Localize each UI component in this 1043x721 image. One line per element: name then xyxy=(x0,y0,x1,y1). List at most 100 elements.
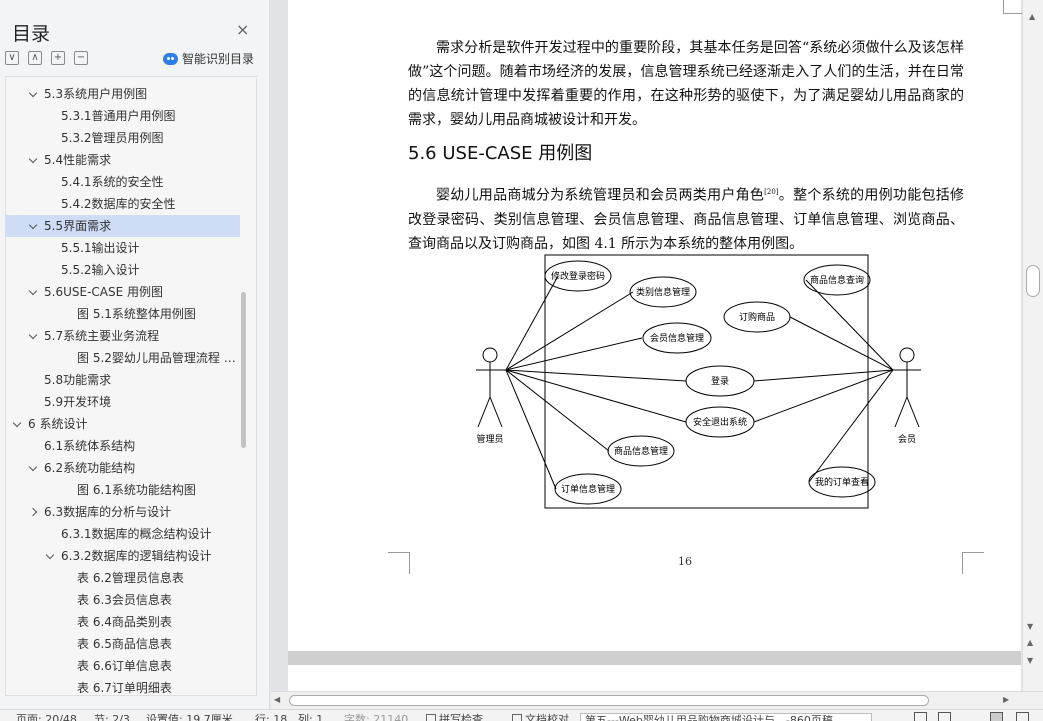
horizontal-scrollbar[interactable]: ◀ ▶ xyxy=(271,691,1043,709)
horizontal-scroll-thumb[interactable] xyxy=(289,695,929,706)
toc-item-label: 5.9开发环境 xyxy=(44,395,112,409)
paragraph-2: 婴幼儿用品商城分为系统管理员和会员两类用户角色[20]。整个系统的用例功能包括修… xyxy=(408,180,964,256)
toc-item-label: 图 5.2婴幼儿用品管理流程 … xyxy=(77,351,236,365)
toc-item-label: 表 6.5商品信息表 xyxy=(77,637,172,651)
toc-item[interactable]: 6.2系统功能结构 xyxy=(6,457,240,479)
usecase-member-mgmt-label: 会员信息管理 xyxy=(650,332,704,344)
toc-item-label: 表 6.2管理员信息表 xyxy=(77,571,184,585)
toc-item[interactable]: 5.5.2输入设计 xyxy=(6,259,240,281)
scroll-right-icon[interactable]: ▶ xyxy=(1003,695,1009,704)
vertical-scrollbar[interactable]: ▲ ▼ ▲ ▼ xyxy=(1022,0,1043,691)
toc-scrollbar[interactable] xyxy=(241,292,246,448)
toc-item[interactable]: 6.3.2数据库的逻辑结构设计 xyxy=(6,545,240,567)
scroll-left-icon[interactable]: ◀ xyxy=(274,695,280,704)
usecase-category-mgmt-label: 类别信息管理 xyxy=(636,286,690,298)
toc-item[interactable]: 表 6.6订单信息表 xyxy=(6,655,240,677)
toc-item-label: 5.5界面需求 xyxy=(44,219,112,233)
usecase-order-mgmt-label: 订单信息管理 xyxy=(561,483,615,495)
toc-toolbar: ∨ ∧ + − xyxy=(5,51,88,65)
toc-item[interactable]: 5.8功能需求 xyxy=(6,369,240,391)
toc-item[interactable]: 表 6.4商品类别表 xyxy=(6,611,240,633)
status-row: 行: 18 xyxy=(255,713,288,721)
page-corner-mark xyxy=(962,552,984,574)
status-filename[interactable]: 第五---Web婴幼儿用品购物商城设计与…-860页稿 xyxy=(580,713,872,721)
toc-item[interactable]: 5.7系统主要业务流程 xyxy=(6,325,240,347)
chevron-down-icon[interactable] xyxy=(28,286,38,296)
remove-heading-icon[interactable]: − xyxy=(74,51,88,65)
toc-item[interactable]: 6.3数据库的分析与设计 xyxy=(6,501,240,523)
chevron-right-icon[interactable] xyxy=(28,507,38,517)
toc-item[interactable]: 表 6.2管理员信息表 xyxy=(6,567,240,589)
toc-item[interactable]: 5.3.2管理员用例图 xyxy=(6,127,240,149)
expand-up-icon[interactable]: ∧ xyxy=(28,51,42,65)
toc-sidebar: 目录 × ∨ ∧ + − 智能识别目录 5.3系统用户用例图 5.3.1普通用户用… xyxy=(0,0,270,709)
status-col: 列: 1 xyxy=(298,713,324,721)
status-word-count[interactable]: 字数: 21140 xyxy=(344,713,408,721)
smart-toc-button[interactable]: 智能识别目录 xyxy=(163,50,254,67)
spellcheck-label: 拼写检查 xyxy=(439,713,483,721)
chevron-down-icon[interactable] xyxy=(28,220,38,230)
usecase-change-password-label: 修改登录密码 xyxy=(551,270,605,282)
chevron-down-icon[interactable] xyxy=(28,88,38,98)
scroll-up-icon[interactable]: ▲ xyxy=(1029,12,1035,21)
toc-item[interactable]: 5.3系统用户用例图 xyxy=(6,83,240,105)
scroll-down-icon[interactable]: ▼ xyxy=(1027,622,1033,631)
usecase-product-query-label: 商品信息查询 xyxy=(810,274,864,286)
use-case-diagram: 管理员 会员 修改登录密码 类别信息管理 会员信息管理 登录 安全退出系统 商品… xyxy=(476,254,921,509)
paragraph-1: 需求分析是软件开发过程中的重要阶段，其基本任务是回答“系统必须做什么及该怎样做”… xyxy=(408,40,964,128)
usecase-my-orders-label: 我的订单查看 xyxy=(815,476,869,488)
toc-item[interactable]: 6 系统设计 xyxy=(6,413,240,435)
toc-item-label: 6.2系统功能结构 xyxy=(44,461,136,475)
toc-item[interactable]: 图 5.1系统整体用例图 xyxy=(6,303,240,325)
toc-item[interactable]: 5.5界面需求 xyxy=(6,215,240,237)
toc-item[interactable]: 6.3.1数据库的概念结构设计 xyxy=(6,523,240,545)
usecase-product-mgmt-label: 商品信息管理 xyxy=(614,445,668,457)
doccheck-label: 文档校对 xyxy=(525,713,569,721)
toc-item[interactable]: 6.1系统体系结构 xyxy=(6,435,240,457)
edit-icon[interactable] xyxy=(965,712,978,721)
chevron-down-icon[interactable] xyxy=(12,418,22,428)
toc-item-label: 5.7系统主要业务流程 xyxy=(44,329,160,343)
chevron-down-icon[interactable] xyxy=(45,550,55,560)
robot-icon xyxy=(163,52,178,65)
web-view-icon[interactable] xyxy=(1016,712,1029,721)
toc-item[interactable]: 5.4.2数据库的安全性 xyxy=(6,193,240,215)
doccheck-toggle[interactable]: 文档校对 xyxy=(512,713,569,721)
toc-item-label: 6.3.1数据库的概念结构设计 xyxy=(61,527,212,541)
usecase-buy-label: 订购商品 xyxy=(739,311,775,323)
toc-item[interactable]: 5.6USE-CASE 用例图 xyxy=(6,281,240,303)
toc-item[interactable]: 5.9开发环境 xyxy=(6,391,240,413)
chevron-down-icon[interactable] xyxy=(28,330,38,340)
print-layout-icon[interactable] xyxy=(914,712,927,721)
toc-item[interactable]: 5.4.1系统的安全性 xyxy=(6,171,240,193)
chevron-down-icon[interactable] xyxy=(28,154,38,164)
toc-item[interactable]: 图 5.2婴幼儿用品管理流程 … xyxy=(6,347,240,369)
status-setting: 设置值: 19.7厘米 xyxy=(146,713,233,721)
chevron-down-icon[interactable] xyxy=(28,462,38,472)
vertical-scroll-thumb[interactable] xyxy=(1026,265,1040,297)
prev-page-icon[interactable]: ▲ xyxy=(1027,638,1033,647)
next-page-icon[interactable]: ▼ xyxy=(1027,656,1033,665)
status-page[interactable]: 页面: 20/48 xyxy=(16,713,77,721)
close-icon[interactable]: × xyxy=(236,20,249,39)
toc-item[interactable]: 5.3.1普通用户用例图 xyxy=(6,105,240,127)
add-heading-icon[interactable]: + xyxy=(51,51,65,65)
toc-item[interactable]: 5.4性能需求 xyxy=(6,149,240,171)
toc-item[interactable]: 表 6.7订单明细表 xyxy=(6,677,240,695)
document-area: 需求分析是软件开发过程中的重要阶段，其基本任务是回答“系统必须做什么及该怎样做”… xyxy=(271,0,1022,691)
toc-item[interactable]: 表 6.5商品信息表 xyxy=(6,633,240,655)
page-view-icon[interactable] xyxy=(990,712,1003,721)
toc-item[interactable]: 表 6.3会员信息表 xyxy=(6,589,240,611)
status-bar: 页面: 20/48 节: 2/3 设置值: 19.7厘米 行: 18 列: 1 … xyxy=(0,709,1043,721)
toc-item-label: 5.3系统用户用例图 xyxy=(44,87,148,101)
actor-member xyxy=(893,347,921,428)
read-mode-icon[interactable] xyxy=(938,712,951,721)
usecase-login-label: 登录 xyxy=(711,376,729,387)
spellcheck-toggle[interactable]: 拼写检查 xyxy=(426,713,483,721)
toc-item[interactable]: 图 6.1系统功能结构图 xyxy=(6,479,240,501)
toc-list: 5.3系统用户用例图 5.3.1普通用户用例图 5.3.2管理员用例图 5.4性能需求… xyxy=(6,83,240,695)
toc-item[interactable]: 5.5.1输出设计 xyxy=(6,237,240,259)
citation: [20] xyxy=(764,188,779,196)
collapse-all-icon[interactable]: ∨ xyxy=(5,51,19,65)
toc-item-label: 5.5.1输出设计 xyxy=(61,241,140,255)
